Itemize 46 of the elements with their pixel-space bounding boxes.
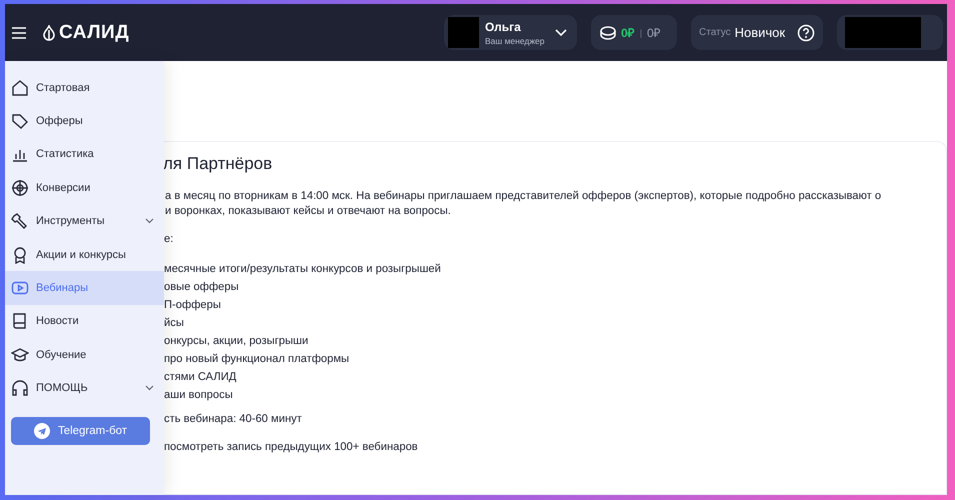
page-title: ля Партнёров [163, 154, 274, 174]
list-heading: е: [164, 232, 174, 247]
duration-text: сть вебинара: 40-60 минут [164, 412, 303, 427]
status-value: Новичок [734, 25, 786, 40]
sidebar-item[interactable]: Акции и конкурсы [5, 238, 164, 272]
status-label: Статус [699, 27, 731, 38]
manager-card[interactable]: Ольга Ваш менеджер [444, 15, 577, 50]
list-item: аши вопросы [164, 388, 234, 403]
coin-icon [600, 26, 616, 40]
sidebar-item[interactable]: Офферы [5, 104, 164, 138]
list-item: стями САЛИД [164, 370, 238, 385]
sidebar-item[interactable]: ПОМОЩЬ [5, 372, 164, 405]
logo-text: САЛИД [59, 22, 130, 44]
telegram-button[interactable]: Telegram-бот [11, 416, 150, 445]
sidebar-item[interactable]: Инструменты [5, 204, 164, 238]
manager-name: Ольга [485, 20, 522, 34]
sidebar-item[interactable]: Обучение [5, 338, 164, 372]
help-icon[interactable] [797, 24, 815, 42]
archive-text: посмотреть запись предыдущих 100+ вебинаров [164, 440, 419, 455]
crosshair-icon [11, 178, 29, 197]
sidebar-item[interactable]: Статистика [5, 138, 164, 172]
list-item: овые офферы [164, 280, 240, 295]
paragraph-text: и воронках, показывают кейсы и отвечают на вопросы. [165, 204, 452, 219]
sidebar-item[interactable]: Новости [5, 304, 164, 338]
sidebar-item[interactable]: Стартовая [5, 71, 164, 104]
balance-hold: 0₽ [647, 25, 661, 41]
logo-icon [42, 24, 56, 40]
wrench-icon [11, 212, 29, 230]
headphones-icon [11, 379, 29, 398]
balance-separator: | [640, 28, 642, 38]
redacted-avatar [448, 17, 479, 48]
graduation-cap-icon [11, 346, 29, 364]
list-item: онкурсы, акции, розыгрыши [164, 334, 310, 349]
tag-icon [11, 112, 29, 130]
menu-icon[interactable] [12, 26, 26, 38]
list-item: йсы [164, 316, 185, 331]
balance-available: 0₽ [621, 25, 635, 41]
manager-role: Ваш менеджер [485, 36, 546, 46]
list-item: месячные итоги/результаты конкурсов и розыгрышей [164, 262, 442, 277]
telegram-icon [34, 422, 50, 439]
chevron-icon [555, 28, 567, 36]
list-item: про новый функционал платформы [164, 352, 350, 367]
list-item: П-офферы [164, 298, 222, 313]
sidebar-item[interactable]: Конверсии [5, 171, 164, 205]
paragraph-text: а в месяц по вторникам в 14:00 мск. На вебинары приглашаем представителей офферов (экспертов), которые подробно рассказывают о [165, 189, 882, 204]
home-icon [11, 78, 29, 97]
